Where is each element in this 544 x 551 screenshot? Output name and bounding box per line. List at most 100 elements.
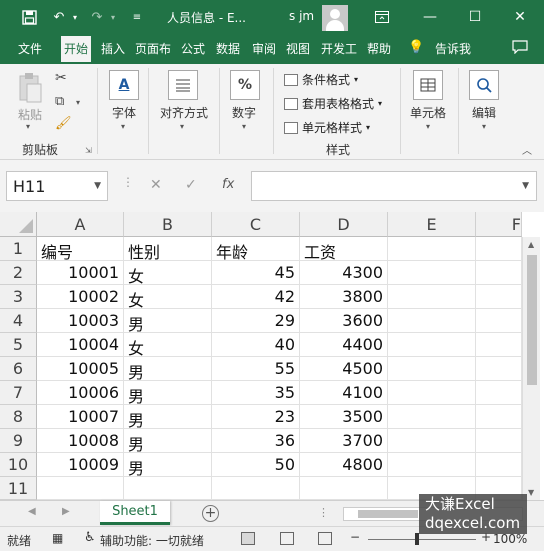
minimize-button[interactable]: — [420, 7, 440, 27]
page-break-view-icon[interactable] [318, 532, 332, 545]
tab-developer[interactable]: 开发工 [321, 40, 357, 57]
customize-qat-icon[interactable]: ≡ [128, 8, 146, 26]
row-header[interactable]: 8 [0, 405, 37, 429]
scroll-down-icon[interactable]: ▼ [528, 488, 534, 497]
cell-c10[interactable]: 50 [212, 453, 300, 477]
paste-button[interactable]: 粘贴 [18, 106, 42, 123]
number-format-icon[interactable]: % [230, 70, 260, 100]
scroll-right-icon[interactable]: ▶ [62, 506, 70, 517]
redo-dropdown-icon[interactable]: ▾ [104, 8, 122, 26]
conditional-formatting-button[interactable]: 条件格式 ▾ [284, 71, 358, 88]
cell-a9[interactable]: 10008 [37, 429, 124, 453]
copy-icon[interactable]: ⧉ [55, 94, 64, 109]
scroll-thumb[interactable] [358, 510, 418, 518]
row-header[interactable]: 6 [0, 357, 37, 381]
cell-b10[interactable]: 男 [124, 453, 212, 477]
cell-a5[interactable]: 10004 [37, 333, 124, 357]
cell-a10[interactable]: 10009 [37, 453, 124, 477]
user-name[interactable]: s jm [289, 9, 314, 23]
cell-e7[interactable] [388, 381, 476, 405]
row-header[interactable]: 5 [0, 333, 37, 357]
font-icon[interactable]: A [109, 70, 139, 100]
cell-b8[interactable]: 男 [124, 405, 212, 429]
avatar[interactable] [322, 5, 348, 31]
row-header[interactable]: 1 [0, 237, 37, 261]
font-button[interactable]: 字体 [112, 104, 136, 121]
cell-d11[interactable] [300, 477, 388, 500]
tab-home[interactable]: 开始 [61, 36, 92, 64]
comments-icon[interactable] [512, 40, 528, 57]
cell-c2[interactable]: 45 [212, 261, 300, 285]
select-all-button[interactable] [0, 212, 37, 237]
accessibility-status[interactable]: 辅助功能: 一切就绪 [100, 532, 204, 549]
row-header[interactable]: 3 [0, 285, 37, 309]
column-header-e[interactable]: E [388, 212, 476, 237]
cell-b1[interactable]: 性别 [124, 237, 212, 261]
cell-d4[interactable]: 3600 [300, 309, 388, 333]
column-header-a[interactable]: A [37, 212, 124, 237]
cell-b3[interactable]: 女 [124, 285, 212, 309]
tab-help[interactable]: 帮助 [367, 40, 391, 57]
cell-a11[interactable] [37, 477, 124, 500]
cell-f7[interactable] [476, 381, 522, 405]
close-button[interactable]: ✕ [510, 7, 530, 27]
save-icon[interactable] [20, 8, 38, 26]
alignment-icon[interactable] [168, 70, 198, 100]
macro-record-icon[interactable]: ▦ [52, 531, 63, 545]
tab-view[interactable]: 视图 [286, 40, 310, 57]
cell-c9[interactable]: 36 [212, 429, 300, 453]
cells-button[interactable]: 单元格 [410, 104, 446, 121]
cell-c3[interactable]: 42 [212, 285, 300, 309]
scroll-thumb[interactable] [527, 255, 537, 385]
tab-review[interactable]: 审阅 [252, 40, 276, 57]
scroll-up-icon[interactable]: ▲ [528, 240, 534, 249]
collapse-ribbon-icon[interactable]: ︿ [522, 142, 532, 157]
cell-d10[interactable]: 4800 [300, 453, 388, 477]
normal-view-icon[interactable] [241, 532, 255, 545]
cell-styles-button[interactable]: 单元格样式 ▾ [284, 119, 370, 136]
column-header-d[interactable]: D [300, 212, 388, 237]
column-header-f[interactable]: F [476, 212, 522, 237]
cell-f5[interactable] [476, 333, 522, 357]
row-header[interactable]: 11 [0, 477, 37, 500]
row-header[interactable]: 2 [0, 261, 37, 285]
row-header[interactable]: 7 [0, 381, 37, 405]
format-painter-icon[interactable]: 🖌 [55, 116, 72, 131]
tab-data[interactable]: 数据 [216, 40, 240, 57]
zoom-out-button[interactable]: − [350, 530, 360, 544]
cell-f1[interactable] [476, 237, 522, 261]
scroll-left-icon[interactable]: ◀ [28, 506, 36, 517]
cell-f2[interactable] [476, 261, 522, 285]
cell-c1[interactable]: 年龄 [212, 237, 300, 261]
cell-a1[interactable]: 编号 [37, 237, 124, 261]
cell-a3[interactable]: 10002 [37, 285, 124, 309]
cell-d8[interactable]: 3500 [300, 405, 388, 429]
insert-function-button[interactable]: fx [222, 177, 234, 192]
cell-e2[interactable] [388, 261, 476, 285]
column-header-c[interactable]: C [212, 212, 300, 237]
chevron-down-icon[interactable]: ▾ [426, 122, 430, 131]
row-header[interactable]: 4 [0, 309, 37, 333]
alignment-button[interactable]: 对齐方式 [160, 104, 208, 121]
row-header[interactable]: 10 [0, 453, 37, 477]
cell-d5[interactable]: 4400 [300, 333, 388, 357]
cell-a6[interactable]: 10005 [37, 357, 124, 381]
cell-f8[interactable] [476, 405, 522, 429]
cell-b9[interactable]: 男 [124, 429, 212, 453]
add-sheet-button[interactable]: + [202, 505, 219, 522]
cell-e3[interactable] [388, 285, 476, 309]
cell-e4[interactable] [388, 309, 476, 333]
cells-icon[interactable] [413, 70, 443, 100]
chevron-down-icon[interactable]: ▾ [26, 122, 30, 131]
name-box[interactable]: H11 ▼ [6, 171, 108, 201]
cell-a2[interactable]: 10001 [37, 261, 124, 285]
cut-icon[interactable]: ✂ [55, 70, 67, 86]
editing-button[interactable]: 编辑 [472, 104, 496, 121]
cell-b7[interactable]: 男 [124, 381, 212, 405]
ribbon-display-icon[interactable] [372, 7, 392, 27]
format-as-table-button[interactable]: 套用表格格式 ▾ [284, 95, 382, 112]
cell-e5[interactable] [388, 333, 476, 357]
cell-b2[interactable]: 女 [124, 261, 212, 285]
number-button[interactable]: 数字 [232, 104, 256, 121]
sheet-tab[interactable]: Sheet1 [100, 501, 170, 525]
